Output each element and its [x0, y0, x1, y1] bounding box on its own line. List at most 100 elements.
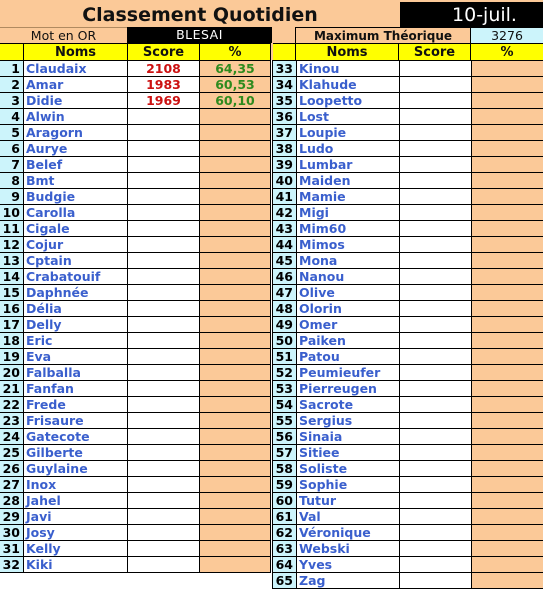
player-name-cell[interactable]: Omer	[296, 316, 399, 332]
rank-cell[interactable]: 24	[0, 428, 23, 444]
rank-cell[interactable]: 46	[272, 268, 296, 284]
rank-cell[interactable]: 39	[272, 156, 296, 172]
percent-cell[interactable]: 64,35	[199, 60, 271, 76]
rank-cell[interactable]: 38	[272, 140, 296, 156]
player-name-cell[interactable]: Klahude	[296, 76, 399, 92]
rank-cell[interactable]: 16	[0, 300, 23, 316]
player-name-cell[interactable]: Sergius	[296, 412, 399, 428]
score-cell[interactable]	[127, 220, 199, 236]
percent-cell[interactable]	[471, 172, 543, 188]
score-cell[interactable]	[127, 524, 199, 540]
player-name-cell[interactable]: Véronique	[296, 524, 399, 540]
score-cell[interactable]	[399, 140, 471, 156]
player-name-cell[interactable]: Fanfan	[23, 380, 127, 396]
percent-cell[interactable]	[471, 540, 543, 556]
score-cell[interactable]	[399, 412, 471, 428]
player-name-cell[interactable]: Val	[296, 508, 399, 524]
rank-cell[interactable]: 47	[272, 284, 296, 300]
percent-cell[interactable]	[199, 508, 271, 524]
rank-cell[interactable]: 22	[0, 396, 23, 412]
score-cell[interactable]	[399, 396, 471, 412]
score-cell[interactable]	[399, 364, 471, 380]
rank-cell[interactable]: 57	[272, 444, 296, 460]
score-cell[interactable]	[127, 300, 199, 316]
score-cell[interactable]	[399, 156, 471, 172]
score-cell[interactable]	[399, 540, 471, 556]
player-name-cell[interactable]: Yves	[296, 556, 399, 572]
player-name-cell[interactable]: Olorin	[296, 300, 399, 316]
rank-cell[interactable]: 42	[272, 204, 296, 220]
percent-cell[interactable]	[471, 316, 543, 332]
rank-cell[interactable]: 31	[0, 540, 23, 556]
percent-cell[interactable]	[471, 108, 543, 124]
percent-cell[interactable]	[471, 124, 543, 140]
player-name-cell[interactable]: Budgie	[23, 188, 127, 204]
percent-cell[interactable]	[199, 172, 271, 188]
percent-cell[interactable]	[471, 460, 543, 476]
percent-cell[interactable]	[199, 284, 271, 300]
percent-cell[interactable]	[471, 524, 543, 540]
score-cell[interactable]	[399, 108, 471, 124]
score-cell[interactable]	[127, 476, 199, 492]
percent-cell[interactable]	[471, 204, 543, 220]
percent-cell[interactable]	[199, 252, 271, 268]
rank-cell[interactable]: 15	[0, 284, 23, 300]
rank-cell[interactable]: 61	[272, 508, 296, 524]
rank-cell[interactable]: 6	[0, 140, 23, 156]
score-cell[interactable]	[127, 252, 199, 268]
percent-cell[interactable]	[471, 60, 543, 76]
score-cell[interactable]: 2108	[127, 60, 199, 76]
player-name-cell[interactable]: Lost	[296, 108, 399, 124]
score-cell[interactable]	[127, 460, 199, 476]
score-cell[interactable]	[127, 284, 199, 300]
rank-cell[interactable]: 33	[272, 60, 296, 76]
player-name-cell[interactable]: Sophie	[296, 476, 399, 492]
rank-cell[interactable]: 41	[272, 188, 296, 204]
percent-cell[interactable]	[199, 204, 271, 220]
rank-cell[interactable]: 51	[272, 348, 296, 364]
score-cell[interactable]	[127, 540, 199, 556]
rank-cell[interactable]: 19	[0, 348, 23, 364]
rank-cell[interactable]: 7	[0, 156, 23, 172]
player-name-cell[interactable]: Sitiee	[296, 444, 399, 460]
player-name-cell[interactable]: Kiki	[23, 556, 127, 572]
percent-cell[interactable]	[471, 140, 543, 156]
score-cell[interactable]	[399, 172, 471, 188]
player-name-cell[interactable]: Tutur	[296, 492, 399, 508]
rank-cell[interactable]: 60	[272, 492, 296, 508]
rank-cell[interactable]: 54	[272, 396, 296, 412]
player-name-cell[interactable]: Mamie	[296, 188, 399, 204]
percent-cell[interactable]	[471, 444, 543, 460]
percent-cell[interactable]	[471, 364, 543, 380]
percent-cell[interactable]	[199, 236, 271, 252]
rank-cell[interactable]: 37	[272, 124, 296, 140]
score-cell[interactable]	[127, 204, 199, 220]
percent-cell[interactable]	[199, 332, 271, 348]
score-cell[interactable]	[127, 332, 199, 348]
percent-cell[interactable]	[471, 396, 543, 412]
percent-cell[interactable]	[199, 316, 271, 332]
rank-cell[interactable]: 20	[0, 364, 23, 380]
player-name-cell[interactable]: Délia	[23, 300, 127, 316]
score-cell[interactable]	[399, 428, 471, 444]
score-cell[interactable]	[399, 380, 471, 396]
player-name-cell[interactable]: Mim60	[296, 220, 399, 236]
percent-cell[interactable]	[199, 428, 271, 444]
score-cell[interactable]	[127, 444, 199, 460]
percent-cell[interactable]	[471, 300, 543, 316]
percent-cell[interactable]	[199, 380, 271, 396]
score-cell[interactable]	[127, 412, 199, 428]
rank-cell[interactable]: 43	[272, 220, 296, 236]
rank-cell[interactable]: 11	[0, 220, 23, 236]
percent-cell[interactable]	[471, 492, 543, 508]
player-name-cell[interactable]: Patou	[296, 348, 399, 364]
score-cell[interactable]	[399, 492, 471, 508]
score-cell[interactable]	[399, 332, 471, 348]
player-name-cell[interactable]: Sinaia	[296, 428, 399, 444]
percent-cell[interactable]	[471, 76, 543, 92]
percent-cell[interactable]	[471, 556, 543, 572]
player-name-cell[interactable]: Webski	[296, 540, 399, 556]
rank-cell[interactable]: 40	[272, 172, 296, 188]
rank-cell[interactable]: 9	[0, 188, 23, 204]
player-name-cell[interactable]: Kinou	[296, 60, 399, 76]
